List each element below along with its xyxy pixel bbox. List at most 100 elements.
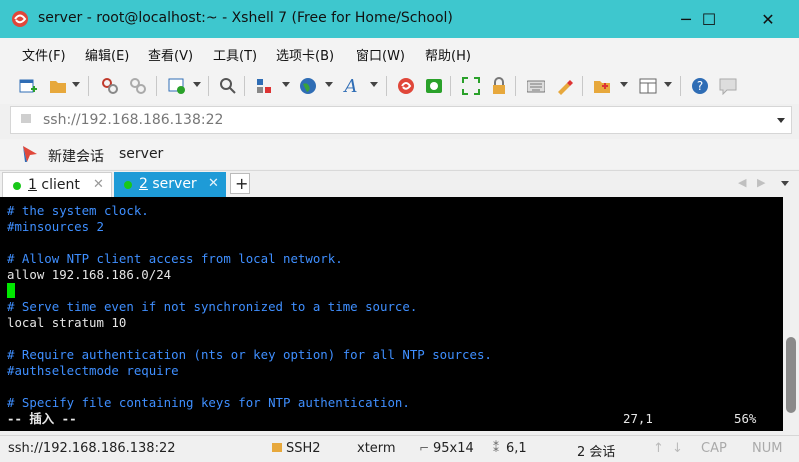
terminal-line: local stratum 10 [7, 315, 127, 330]
maximize-button[interactable]: ☐ [686, 0, 732, 38]
session-up-icon[interactable]: ↑ [653, 441, 664, 456]
terminal-scrollbar[interactable] [783, 197, 799, 431]
toolbar-separator [582, 76, 583, 96]
tab-label: client [41, 177, 80, 193]
close-button[interactable]: ✕ [745, 0, 791, 38]
tab-scroll-right-icon[interactable]: ▶ [757, 176, 765, 189]
address-input[interactable]: ssh://192.168.186.138:22 [43, 112, 223, 128]
menu-bar: 文件(F) 编辑(E) 查看(V) 工具(T) 选项卡(B) 窗口(W) 帮助(… [0, 38, 799, 68]
status-address: ssh://192.168.186.138:22 [8, 441, 176, 456]
properties-dropdown[interactable] [193, 82, 201, 87]
terminal-line: # the system clock. [7, 203, 149, 218]
address-bar[interactable]: ssh://192.168.186.138:22 [10, 106, 792, 134]
toolbar-separator [156, 76, 157, 96]
status-size: 95x14 [433, 441, 474, 456]
toolbar-separator [244, 76, 245, 96]
properties-icon[interactable] [167, 76, 187, 96]
xshell-logo-icon[interactable] [396, 76, 416, 96]
font-icon[interactable]: A [341, 76, 361, 97]
open-folder-icon[interactable] [48, 76, 68, 96]
tab-server[interactable]: 2 server ✕ [114, 172, 226, 197]
status-caps: CAP [701, 441, 727, 456]
help-icon[interactable]: ? [690, 76, 710, 96]
terminal-line: #minsources 2 [7, 219, 104, 234]
close-icon: ✕ [761, 9, 775, 29]
status-protocol: SSH2 [286, 441, 321, 456]
globe-dropdown[interactable] [325, 82, 333, 87]
menu-edit[interactable]: 编辑(E) [85, 45, 129, 64]
new-folder-icon[interactable] [592, 76, 612, 96]
svg-text:?: ? [697, 79, 703, 93]
toolbar-separator [680, 76, 681, 96]
terminal-line: #authselectmode require [7, 363, 179, 378]
status-lock-icon [272, 443, 282, 452]
address-lock-icon [21, 114, 31, 123]
cursor-pos-icon: ⁑ [493, 441, 499, 455]
toolbar-separator [515, 76, 516, 96]
highlight-pen-icon[interactable] [554, 76, 574, 96]
toolbar: A ? [0, 68, 799, 104]
size-icon: ⌐ [419, 441, 430, 455]
font-dropdown[interactable] [370, 82, 378, 87]
status-dot [124, 181, 132, 189]
window-layout-icon[interactable] [638, 76, 658, 96]
new-folder-dropdown[interactable] [620, 82, 628, 87]
menu-window[interactable]: 窗口(W) [356, 45, 405, 64]
add-tab-button[interactable]: + [230, 173, 250, 194]
terminal-line: allow 192.168.186.0/24 [7, 267, 172, 282]
status-num: NUM [752, 441, 783, 456]
plus-icon: + [235, 174, 249, 193]
new-session-flag-icon[interactable] [22, 145, 38, 163]
terminal[interactable]: # the system clock. #minsources 2 # Allo… [0, 197, 783, 431]
globe-icon[interactable] [298, 76, 318, 96]
menu-view[interactable]: 查看(V) [148, 45, 193, 64]
tab-scroll-left-icon[interactable]: ◀ [738, 176, 746, 189]
connect-icon[interactable] [100, 76, 120, 96]
new-session-link[interactable]: 新建会话 [48, 146, 104, 166]
disconnect-icon[interactable] [128, 76, 148, 96]
terminal-line: # Allow NTP client access from local net… [7, 251, 343, 266]
tab-number: 2 [139, 176, 148, 192]
toolbar-separator [88, 76, 89, 96]
layout-dropdown[interactable] [282, 82, 290, 87]
terminal-line: # Specify file containing keys for NTP a… [7, 395, 410, 410]
terminal-line: # Require authentication (nts or key opt… [7, 347, 492, 362]
links-bar: 新建会话 server [0, 139, 799, 169]
menu-tabs[interactable]: 选项卡(B) [276, 45, 334, 64]
tab-bar: 1 client ✕ 2 server ✕ + ◀ ▶ [0, 170, 799, 197]
tab-list-dropdown[interactable] [781, 181, 789, 186]
open-dropdown[interactable] [72, 82, 80, 87]
vim-cursor-position: 27,1 [623, 411, 653, 426]
status-bar: ssh://192.168.186.138:22 SSH2 xterm ⌐ 95… [0, 435, 799, 462]
status-sessions: 2 会话 [577, 445, 616, 460]
tab-close-icon[interactable]: ✕ [93, 177, 104, 192]
status-cursor-pos: 6,1 [506, 441, 527, 456]
address-dropdown[interactable] [777, 118, 785, 123]
zoom-icon[interactable] [218, 76, 238, 96]
server-link[interactable]: server [119, 146, 163, 162]
xftp-icon[interactable] [424, 76, 444, 96]
keyboard-icon[interactable] [526, 76, 546, 96]
menu-help[interactable]: 帮助(H) [425, 45, 471, 64]
xshell-app-icon [12, 11, 28, 27]
tab-close-icon[interactable]: ✕ [208, 176, 219, 191]
new-session-icon[interactable] [18, 76, 38, 96]
menu-file[interactable]: 文件(F) [22, 45, 66, 64]
maximize-icon: ☐ [701, 9, 717, 29]
fullscreen-icon[interactable] [461, 76, 481, 96]
title-bar[interactable]: server - root@localhost:~ - Xshell 7 (Fr… [0, 0, 799, 38]
window-layout-dropdown[interactable] [664, 82, 672, 87]
terminal-line: # Serve time even if not synchronized to… [7, 299, 418, 314]
lock-icon[interactable] [489, 76, 509, 96]
window-title: server - root@localhost:~ - Xshell 7 (Fr… [38, 10, 453, 26]
status-terminal-type: xterm [357, 441, 396, 456]
tab-label: server [152, 176, 197, 192]
menu-tools[interactable]: 工具(T) [213, 45, 257, 64]
tab-client[interactable]: 1 client ✕ [2, 172, 112, 197]
chat-icon[interactable] [718, 76, 738, 96]
layout-icon[interactable] [254, 76, 274, 96]
session-down-icon[interactable]: ↓ [672, 441, 683, 456]
scrollbar-thumb[interactable] [786, 337, 796, 413]
terminal-cursor [7, 283, 15, 298]
toolbar-separator [208, 76, 209, 96]
